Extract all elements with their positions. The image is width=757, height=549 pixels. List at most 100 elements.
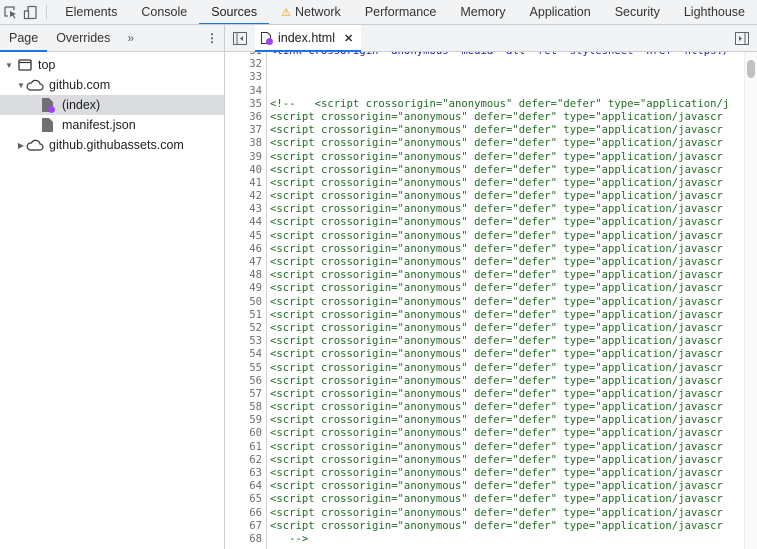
frame-icon	[18, 59, 32, 71]
code-line: 36 <script crossorigin="anonymous" defer=…	[225, 111, 757, 124]
tab-memory[interactable]: Memory	[448, 0, 517, 24]
code-text: <script crossorigin="anonymous" defer="d…	[270, 480, 723, 493]
line-number: 44	[249, 216, 262, 229]
code-text: <script crossorigin="anonymous" defer="d…	[270, 361, 723, 374]
tab-network[interactable]: ⚠ Network	[269, 0, 353, 24]
tab-label: Application	[529, 5, 591, 19]
line-number: 33	[249, 71, 262, 84]
more-options-icon[interactable]: ⋮	[200, 25, 224, 51]
toggle-navigator-icon[interactable]	[225, 25, 255, 51]
code-line: 53 <script crossorigin="anonymous" defer=…	[225, 335, 757, 348]
tab-lighthouse[interactable]: Lighthouse	[672, 0, 757, 24]
line-number: 57	[249, 387, 262, 400]
tab-application[interactable]: Application	[518, 0, 603, 24]
tree-item-manifest[interactable]: manifest.json	[0, 115, 224, 135]
line-number: 64	[249, 480, 262, 493]
code-text: <script crossorigin="anonymous" defer="d…	[270, 427, 723, 440]
tab-performance[interactable]: Performance	[353, 0, 449, 24]
tab-label: Page	[9, 31, 39, 45]
line-number: 43	[249, 203, 262, 216]
line-number: 48	[249, 269, 262, 282]
tab-overrides[interactable]: Overrides	[47, 25, 119, 51]
code-text: <script crossorigin="anonymous" defer="d…	[270, 506, 723, 519]
line-number: 34	[249, 84, 262, 97]
tree-item-label: github.githubassets.com	[49, 138, 184, 152]
modified-dot-icon	[266, 37, 273, 45]
code-text: <script crossorigin="anonymous" defer="d…	[270, 440, 723, 453]
warning-icon: ⚠	[281, 6, 291, 19]
tab-elements[interactable]: Elements	[53, 0, 129, 24]
tab-label: Lighthouse	[683, 5, 746, 19]
code-line: 40 <script crossorigin="anonymous" defer=…	[225, 164, 757, 177]
code-line: 66 <script crossorigin="anonymous" defer=…	[225, 507, 757, 520]
tree-item-label: manifest.json	[62, 118, 136, 132]
device-toolbar-icon[interactable]	[20, 0, 40, 24]
file-tab-label: index.html	[278, 31, 335, 45]
line-number: 59	[249, 414, 262, 427]
expand-arrow-icon[interactable]: ▼	[4, 61, 14, 70]
code-text: <script crossorigin="anonymous" defer="d…	[270, 256, 723, 268]
code-line: 68 -->	[225, 533, 757, 546]
line-number: 66	[249, 506, 262, 519]
code-line: 33	[225, 71, 757, 84]
expand-arrow-icon[interactable]: ▼	[16, 81, 26, 90]
code-line: 46 <script crossorigin="anonymous" defer=…	[225, 243, 757, 256]
code-text: <!-- <script crossorigin="anonymous" def…	[270, 97, 730, 110]
close-icon[interactable]: ✕	[344, 32, 353, 45]
file-tab-index-html[interactable]: index.html ✕	[255, 25, 362, 52]
file-icon	[42, 98, 55, 113]
code-line: 44 <script crossorigin="anonymous" defer=…	[225, 216, 757, 229]
line-number: 67	[249, 519, 262, 532]
tab-page[interactable]: Page	[0, 25, 48, 52]
more-tabs-button[interactable]: »	[119, 25, 142, 51]
tree-item-top[interactable]: ▼ top	[0, 55, 224, 75]
code-line: 34	[225, 85, 757, 98]
tab-console[interactable]: Console	[129, 0, 199, 24]
code-text: <script crossorigin="anonymous" defer="d…	[270, 519, 723, 532]
tree-item-label: top	[38, 58, 56, 72]
code-line: 62 <script crossorigin="anonymous" defer=…	[225, 454, 757, 467]
line-number: 60	[249, 427, 262, 440]
code-text: <script crossorigin="anonymous" defer="d…	[270, 348, 723, 361]
code-line: 54 <script crossorigin="anonymous" defer=…	[225, 348, 757, 361]
line-number: 55	[249, 361, 262, 374]
code-text: <script crossorigin="anonymous" defer="d…	[270, 229, 723, 242]
code-line: 47 <script crossorigin="anonymous" defer=…	[225, 256, 757, 269]
code-text: <script crossorigin="anonymous" defer="d…	[270, 269, 723, 282]
collapse-arrow-icon[interactable]: ▶	[16, 141, 26, 150]
file-icon	[42, 118, 53, 132]
tree-item-index[interactable]: (index)	[0, 95, 224, 115]
code-line: 37 <script crossorigin="anonymous" defer=…	[225, 124, 757, 137]
code-line: 31 <link crossorigin="anonymous" media="…	[225, 52, 757, 58]
code-line: 43 <script crossorigin="anonymous" defer=…	[225, 203, 757, 216]
code-line: 65 <script crossorigin="anonymous" defer=…	[225, 493, 757, 506]
code-text: <script crossorigin="anonymous" defer="d…	[270, 242, 723, 255]
tree-item-github-com[interactable]: ▼ github.com	[0, 75, 224, 95]
inspect-element-icon[interactable]	[0, 0, 20, 24]
code-text: <script crossorigin="anonymous" defer="d…	[270, 295, 723, 308]
line-number: 40	[249, 163, 262, 176]
tree-item-label: (index)	[62, 98, 101, 112]
code-line: 52 <script crossorigin="anonymous" defer=…	[225, 322, 757, 335]
code-text: <script crossorigin="anonymous" defer="d…	[270, 203, 723, 216]
toggle-debugger-icon[interactable]	[727, 25, 757, 51]
code-editor[interactable]: 31 <link crossorigin="anonymous" media="…	[225, 52, 757, 549]
code-line: 60 <script crossorigin="anonymous" defer=…	[225, 427, 757, 440]
tree-item-githubassets[interactable]: ▶ github.githubassets.com	[0, 135, 224, 155]
line-number: 63	[249, 467, 262, 479]
code-text: <script crossorigin="anonymous" defer="d…	[270, 163, 723, 176]
scrollbar-thumb[interactable]	[747, 60, 755, 78]
code-line: 57 <script crossorigin="anonymous" defer=…	[225, 388, 757, 401]
code-line: 32	[225, 58, 757, 71]
code-text: <script crossorigin="anonymous" defer="d…	[270, 401, 723, 414]
tab-sources[interactable]: Sources	[199, 0, 269, 24]
tab-security[interactable]: Security	[603, 0, 672, 24]
code-text: <script crossorigin="anonymous" defer="d…	[270, 374, 723, 387]
line-number: 56	[249, 374, 262, 387]
code-text: <script crossorigin="anonymous" defer="d…	[270, 282, 723, 295]
cloud-icon	[26, 139, 44, 151]
code-text: <script crossorigin="anonymous" defer="d…	[270, 453, 723, 466]
vertical-scrollbar[interactable]	[744, 52, 757, 549]
